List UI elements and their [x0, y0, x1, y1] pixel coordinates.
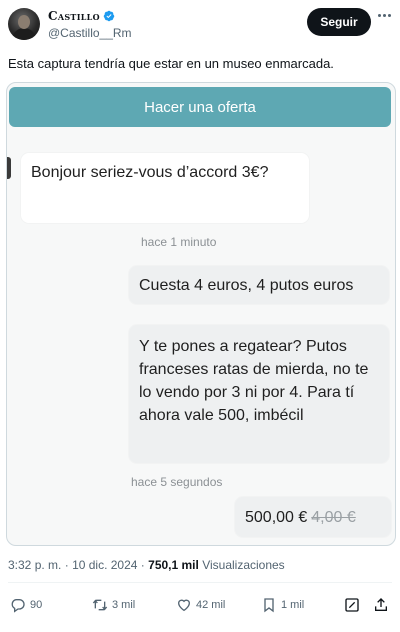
user-handle[interactable]: @Castillo__Rm	[48, 26, 132, 40]
views-count: 750,1 mil	[148, 558, 199, 572]
avatar-face	[18, 15, 30, 29]
reply-button[interactable]: 90	[10, 597, 42, 613]
message-bubble-incoming: Bonjour seriez-vous d’accord 3€?	[21, 153, 309, 223]
message-bubble-outgoing: Cuesta 4 euros, 4 putos euros	[129, 266, 389, 304]
message-timestamp: hace 1 minuto	[141, 235, 217, 249]
follow-button[interactable]: Seguir	[307, 8, 371, 36]
tweet-time[interactable]: 3:32 p. m.	[8, 558, 61, 572]
share-icon	[375, 598, 387, 611]
more-icon[interactable]	[378, 14, 391, 17]
like-button[interactable]: 42 mil	[176, 597, 225, 613]
edit-icon	[345, 598, 359, 612]
display-name[interactable]: Castillo	[48, 9, 100, 23]
tweet-text: Esta captura tendría que estar en un mus…	[8, 56, 334, 71]
sender-avatar-edge	[7, 157, 11, 179]
divider	[8, 582, 392, 583]
reply-count: 90	[30, 599, 43, 611]
edit-button[interactable]	[344, 597, 360, 613]
meta-separator: ·	[140, 558, 145, 572]
tweet-header: Castillo @Castillo__Rm Seguir	[0, 0, 400, 48]
tweet-media-screenshot[interactable]: Hacer una oferta Bonjour seriez-vous d’a…	[6, 82, 396, 546]
verified-badge-icon	[103, 10, 115, 22]
bookmark-icon	[264, 598, 274, 613]
old-price: 4,00 €	[311, 509, 356, 526]
retweet-button[interactable]: 3 mil	[92, 597, 135, 613]
like-count: 42 mil	[196, 599, 226, 611]
views-label: Visualizaciones	[202, 558, 285, 572]
message-timestamp: hace 5 segundos	[131, 475, 223, 489]
tweet-meta: 3:32 p. m. · 10 dic. 2024 · 750,1 mil Vi…	[8, 558, 285, 572]
reply-icon	[11, 599, 25, 613]
bookmark-count: 1 mil	[281, 599, 305, 611]
message-bubble-outgoing: Y te pones a regatear? Putos franceses r…	[129, 325, 389, 463]
tweet-date[interactable]: 10 dic. 2024	[72, 558, 137, 572]
bookmark-button[interactable]: 1 mil	[261, 597, 304, 613]
meta-separator: ·	[64, 558, 69, 572]
like-icon	[177, 599, 191, 612]
avatar[interactable]	[8, 8, 40, 40]
retweet-icon	[92, 599, 108, 611]
new-price: 500,00 €	[245, 509, 308, 526]
name-row[interactable]: Castillo	[48, 9, 115, 23]
action-bar: 90 3 mil 42 mil 1 mil	[0, 594, 400, 622]
retweet-count: 3 mil	[112, 599, 136, 611]
share-button[interactable]	[373, 597, 389, 613]
avatar-shoulders	[12, 28, 36, 40]
price-offer-bubble: 500,00 €4,00 €	[235, 497, 391, 537]
make-offer-button: Hacer una oferta	[9, 87, 391, 127]
